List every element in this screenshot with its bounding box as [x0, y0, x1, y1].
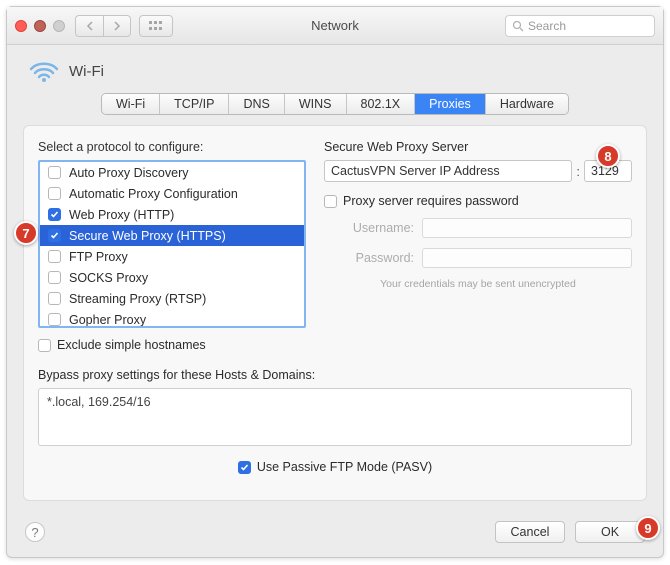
search-icon — [512, 20, 524, 32]
proxy-server-heading: Secure Web Proxy Server — [324, 140, 632, 154]
minimize-icon[interactable] — [34, 20, 46, 32]
protocol-checkbox[interactable] — [48, 166, 61, 179]
protocol-checkbox[interactable] — [48, 250, 61, 263]
ok-button[interactable]: OK — [575, 521, 645, 543]
settings-tabs: Wi-Fi TCP/IP DNS WINS 802.1X Proxies Har… — [7, 93, 663, 115]
protocol-label: Gopher Proxy — [69, 313, 146, 327]
protocol-list[interactable]: Auto Proxy Discovery Automatic Proxy Con… — [38, 160, 306, 328]
tab-8021x[interactable]: 802.1X — [347, 94, 416, 114]
protocol-label: Automatic Proxy Configuration — [69, 187, 238, 201]
search-input[interactable]: Search — [505, 15, 655, 37]
search-placeholder: Search — [528, 19, 566, 33]
back-button[interactable] — [75, 15, 103, 37]
credentials-note: Your credentials may be sent unencrypted — [324, 278, 632, 290]
traffic-lights — [15, 20, 65, 32]
wifi-icon — [29, 59, 59, 83]
exclude-hostnames-label: Exclude simple hostnames — [57, 338, 206, 352]
show-all-button[interactable] — [139, 15, 173, 37]
proxy-server-input[interactable] — [324, 160, 572, 182]
protocol-label: FTP Proxy — [69, 250, 128, 264]
protocol-checkbox[interactable] — [48, 208, 61, 221]
protocol-row[interactable]: Secure Web Proxy (HTTPS) — [40, 225, 304, 246]
protocol-row[interactable]: SOCKS Proxy — [40, 267, 304, 288]
bypass-label: Bypass proxy settings for these Hosts & … — [38, 368, 632, 382]
server-port-separator: : — [576, 164, 580, 179]
protocol-label: SOCKS Proxy — [69, 271, 148, 285]
chevron-left-icon — [86, 21, 94, 31]
service-header: Wi-Fi — [7, 45, 663, 89]
bypass-input[interactable]: *.local, 169.254/16 — [38, 388, 632, 446]
protocol-label: Streaming Proxy (RTSP) — [69, 292, 206, 306]
protocol-label: Auto Proxy Discovery — [69, 166, 188, 180]
protocol-label: Secure Web Proxy (HTTPS) — [69, 229, 226, 243]
proxies-panel: Select a protocol to configure: Auto Pro… — [23, 125, 647, 501]
passive-ftp-label: Use Passive FTP Mode (PASV) — [257, 460, 432, 474]
protocol-checkbox[interactable] — [48, 229, 61, 242]
tab-tcpip[interactable]: TCP/IP — [160, 94, 229, 114]
help-icon: ? — [31, 525, 38, 540]
forward-button[interactable] — [103, 15, 131, 37]
protocol-row[interactable]: Gopher Proxy — [40, 309, 304, 328]
username-label: Username: — [324, 221, 414, 235]
username-input[interactable] — [422, 218, 632, 238]
chevron-right-icon — [113, 21, 121, 31]
protocol-heading: Select a protocol to configure: — [38, 140, 306, 154]
protocol-row[interactable]: FTP Proxy — [40, 246, 304, 267]
requires-password-label: Proxy server requires password — [343, 194, 519, 208]
zoom-icon[interactable] — [53, 20, 65, 32]
titlebar: Network Search — [7, 7, 663, 45]
service-name: Wi-Fi — [69, 63, 104, 80]
tab-proxies[interactable]: Proxies — [415, 94, 486, 114]
callout-badge-9: 9 — [636, 516, 660, 540]
protocol-row[interactable]: Automatic Proxy Configuration — [40, 183, 304, 204]
nav-back-forward — [75, 15, 131, 37]
exclude-hostnames-row: Exclude simple hostnames — [38, 338, 306, 352]
protocol-label: Web Proxy (HTTP) — [69, 208, 174, 222]
password-label: Password: — [324, 251, 414, 265]
close-icon[interactable] — [15, 20, 27, 32]
help-button[interactable]: ? — [25, 522, 45, 542]
tab-wins[interactable]: WINS — [285, 94, 347, 114]
protocol-row[interactable]: Streaming Proxy (RTSP) — [40, 288, 304, 309]
protocol-checkbox[interactable] — [48, 187, 61, 200]
protocol-row[interactable]: Web Proxy (HTTP) — [40, 204, 304, 225]
callout-badge-8: 8 — [596, 144, 620, 168]
footer: ? Cancel OK — [7, 513, 663, 557]
tab-dns[interactable]: DNS — [229, 94, 284, 114]
network-window: Network Search Wi-Fi Wi-Fi TCP/IP DNS WI… — [6, 6, 664, 558]
protocol-checkbox[interactable] — [48, 292, 61, 305]
requires-password-checkbox[interactable] — [324, 195, 337, 208]
passive-ftp-checkbox[interactable] — [238, 461, 251, 474]
tab-wifi[interactable]: Wi-Fi — [102, 94, 160, 114]
protocol-checkbox[interactable] — [48, 271, 61, 284]
tab-hardware[interactable]: Hardware — [486, 94, 568, 114]
protocol-row[interactable]: Auto Proxy Discovery — [40, 162, 304, 183]
password-input[interactable] — [422, 248, 632, 268]
callout-badge-7: 7 — [14, 221, 38, 245]
exclude-hostnames-checkbox[interactable] — [38, 339, 51, 352]
protocol-checkbox[interactable] — [48, 313, 61, 326]
cancel-button[interactable]: Cancel — [495, 521, 565, 543]
grid-icon — [149, 21, 163, 31]
